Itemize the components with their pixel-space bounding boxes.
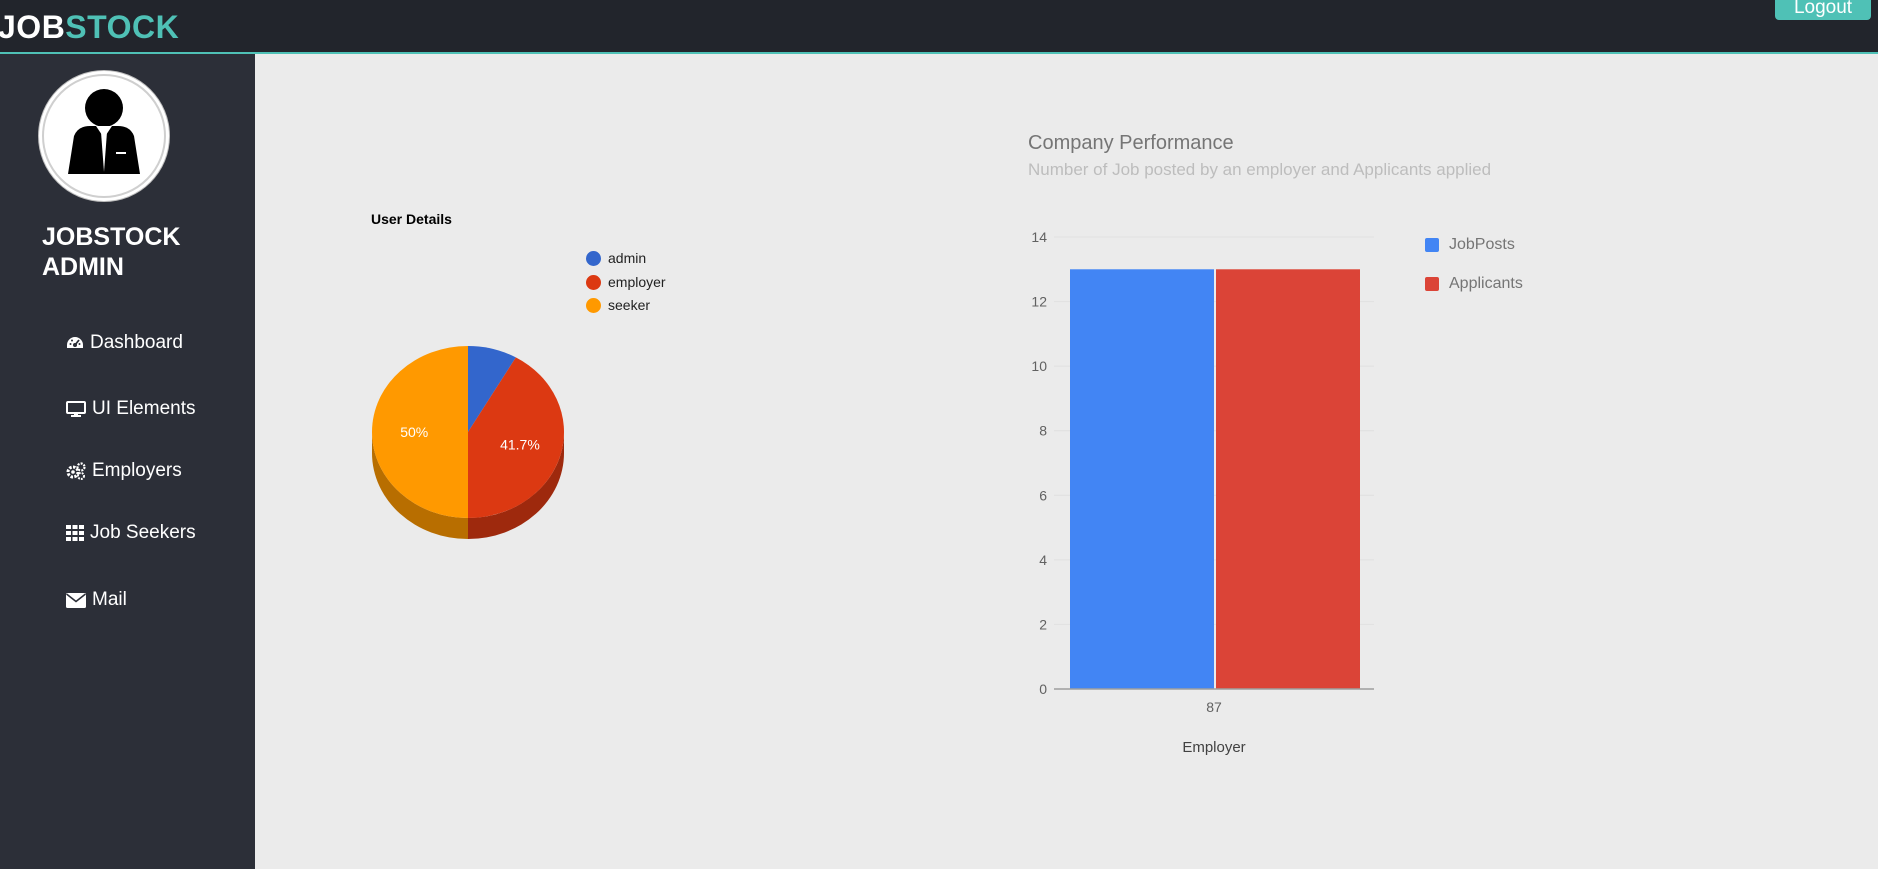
x-tick-label: 87 <box>1206 699 1222 715</box>
y-tick-label: 12 <box>1031 294 1047 310</box>
y-tick-label: 14 <box>1031 229 1047 245</box>
bar-applicants <box>1216 269 1360 689</box>
bar-jobposts <box>1070 269 1214 689</box>
pie-slice-label: 50% <box>400 424 428 440</box>
charts-canvas: 41.7% 50% 0 2 4 6 8 10 12 14 87 Employer <box>372 229 1374 756</box>
y-tick-label: 10 <box>1031 358 1047 374</box>
y-tick-label: 4 <box>1039 552 1047 568</box>
pie-slice-label: 41.7% <box>500 436 540 452</box>
y-tick-label: 0 <box>1039 681 1047 697</box>
y-tick-label: 8 <box>1039 423 1047 439</box>
y-tick-label: 6 <box>1039 487 1047 503</box>
y-tick-label: 2 <box>1039 616 1047 632</box>
x-axis-label: Employer <box>1182 739 1245 756</box>
